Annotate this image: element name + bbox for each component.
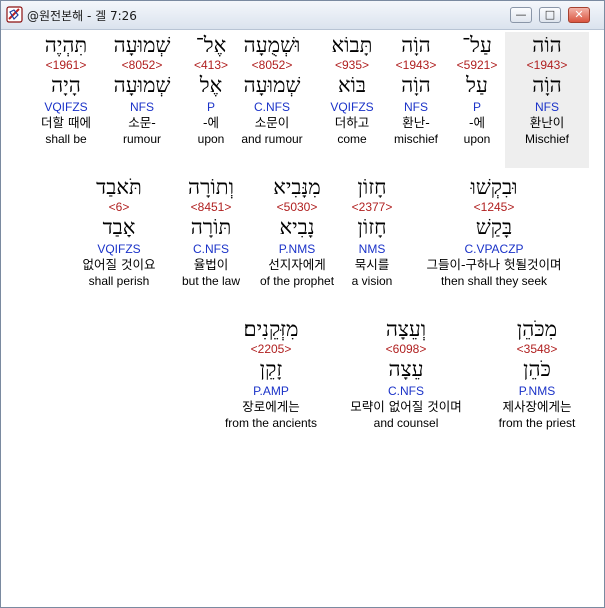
hebrew-word: תָּבוֹא [331, 33, 373, 57]
korean-gloss: 더할 때에 [41, 115, 91, 130]
korean-gloss: 장로에게는 [242, 399, 300, 414]
english-gloss: from the ancients [224, 416, 318, 430]
korean-gloss: 더하고 [334, 115, 370, 130]
korean-gloss: 모략이 없어질 것이며 [350, 399, 462, 414]
lexical-form: אָבַד [102, 215, 136, 239]
english-gloss: then shall they seek [440, 274, 548, 288]
english-gloss: and counsel [373, 416, 439, 430]
english-gloss: from the priest [498, 416, 576, 430]
parsing-code: C.NFS [388, 384, 424, 398]
english-gloss: come [337, 132, 367, 146]
strong-number[interactable]: <6> [64, 200, 174, 214]
parsing-code: VQIFZS [44, 100, 88, 114]
korean-gloss: 제사장에게는 [502, 399, 572, 414]
word-cell[interactable]: תָּבוֹא <935> בּוֹא VQIFZS 더하고 come [309, 32, 395, 146]
lexical-form: תּוֹרָה [190, 215, 232, 239]
strong-number[interactable]: <8052> [99, 58, 185, 72]
word-cell[interactable]: תֹּאבַד <6> אָבַד VQIFZS 없어질 것이요 shall p… [64, 174, 174, 288]
strong-number[interactable]: <6098> [329, 342, 483, 356]
hebrew-word: תִּהְיֶה [44, 33, 88, 57]
english-gloss: of the prophet [259, 274, 335, 288]
app-window: @원전본해 - 겔 7:26 — □ ✕ הוֹה <1943> הוָֹה N… [0, 0, 605, 608]
lexical-form: בָּקַשׁ [475, 215, 513, 239]
minimize-button[interactable]: — [510, 7, 532, 23]
parsing-code: VQIFZS [330, 100, 374, 114]
lexical-form: כֹּהֵן [523, 357, 551, 381]
parsing-code: C.VPACZP [464, 242, 524, 256]
lexical-form: שְׁמוּעָה [113, 73, 171, 97]
parsing-code: C.NFS [193, 242, 229, 256]
hebrew-word: שְׁמוּעָה [113, 33, 171, 57]
lexical-form: בּוֹא [337, 73, 367, 97]
hebrew-word: מִנָּבִיא [273, 175, 321, 199]
hebrew-word: תֹּאבַד [96, 175, 142, 199]
parsing-code: P.AMP [253, 384, 289, 398]
lexical-form: הָיָה [51, 73, 81, 97]
lexical-form: עֵצָה [388, 357, 424, 381]
korean-gloss: 없어질 것이요 [82, 257, 156, 272]
hebrew-word: מִזְּקֵנִים׃ [243, 317, 299, 341]
word-cell[interactable]: מִנָּבִיא <5030> נָבִיא P.NMS 선지자에게 of t… [247, 174, 347, 288]
word-cell[interactable]: תִּהְיֶה <1961> הָיָה VQIFZS 더할 때에 shall… [23, 32, 109, 146]
minimize-icon: — [515, 8, 527, 21]
parsing-code: VQIFZS [97, 242, 141, 256]
english-gloss: rumour [122, 132, 161, 146]
parsing-code: NFS [130, 100, 154, 114]
strong-number[interactable]: <935> [309, 58, 395, 72]
lexical-form: נָבִיא [279, 215, 315, 239]
maximize-icon: □ [544, 8, 556, 21]
hebrew-word: מִכֹּהֵן [516, 317, 558, 341]
hebrew-word: וְעֵצָה [385, 317, 427, 341]
parsing-code: P.NMS [278, 242, 316, 256]
lexical-form: זָקֵן [259, 357, 283, 381]
strong-number[interactable]: <1961> [23, 58, 109, 72]
strong-number[interactable]: <8451> [169, 200, 253, 214]
title-bar[interactable]: @원전본해 - 겔 7:26 — □ ✕ [1, 1, 604, 30]
strong-number[interactable]: <1245> [399, 200, 589, 214]
english-gloss: shall be [45, 132, 87, 146]
korean-gloss: 소문- [128, 115, 156, 130]
app-icon [6, 6, 23, 23]
word-cell[interactable]: וְעֵצָה <6098> עֵצָה C.NFS 모략이 없어질 것이며 a… [329, 316, 483, 430]
korean-gloss: 그들이-구하나 헛될것이며 [426, 257, 562, 272]
close-button[interactable]: ✕ [568, 7, 590, 23]
word-cell[interactable]: שְׁמוּעָה <8052> שְׁמוּעָה NFS 소문- rumou… [99, 32, 185, 146]
maximize-button[interactable]: □ [539, 7, 561, 23]
word-cell[interactable]: מִכֹּהֵן <3548> כֹּהֵן P.NMS 제사장에게는 from… [477, 316, 597, 430]
korean-gloss: 율법이 [193, 257, 229, 272]
english-gloss: shall perish [88, 274, 150, 288]
strong-number[interactable]: <3548> [477, 342, 597, 356]
english-gloss: but the law [181, 274, 241, 288]
hebrew-word: וְתוֹרָה [188, 175, 234, 199]
word-cell[interactable]: וְתוֹרָה <8451> תּוֹרָה C.NFS 율법이 but th… [169, 174, 253, 288]
korean-gloss: 선지자에게 [268, 257, 326, 272]
close-icon: ✕ [574, 8, 584, 21]
interlinear-view: הוֹה <1943> הוָֹה NFS 환난이 Mischief עַל־ … [1, 30, 604, 606]
parsing-code: P.NMS [518, 384, 556, 398]
window-title: @원전본해 - 겔 7:26 [27, 9, 137, 23]
word-cell[interactable]: וּבִקְשׁוּ <1245> בָּקַשׁ C.VPACZP 그들이-구… [399, 174, 589, 288]
hebrew-word: וּבִקְשׁוּ [470, 175, 518, 199]
strong-number[interactable]: <5030> [247, 200, 347, 214]
strong-number[interactable]: <2205> [213, 342, 329, 356]
word-cell[interactable]: מִזְּקֵנִים׃ <2205> זָקֵן P.AMP 장로에게는 fr… [213, 316, 329, 430]
